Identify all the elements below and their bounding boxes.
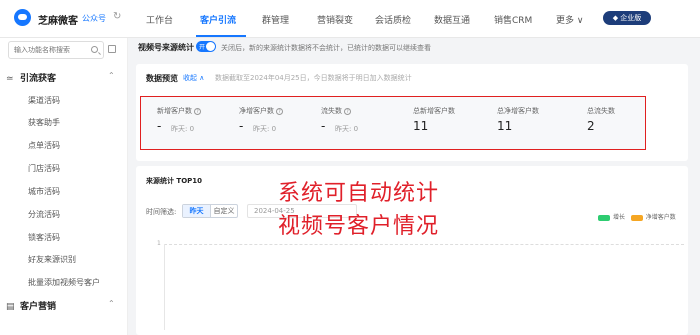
legend-swatch-growth (598, 214, 610, 221)
custom-range-button[interactable]: 自定义 (210, 205, 237, 217)
brand-tag[interactable]: 公众号 (82, 13, 106, 24)
top-navigation-bar: 芝麻微客 公众号 ↻ 工作台 客户引流 群管理 营销裂变 会话质检 数据互通 销… (0, 0, 700, 38)
stat-label: 新增客户数? (157, 106, 201, 116)
user-group-icon: ≃ (6, 74, 14, 84)
sidebar-item-acquisition-assistant[interactable]: 获客助手 (28, 117, 60, 128)
source-stats-title: 来源统计 TOP10 (146, 177, 203, 185)
overview-collapse-link[interactable]: 收起 ∧ (183, 73, 204, 83)
nav-workbench[interactable]: 工作台 (146, 13, 173, 26)
legend-label: 净增客户数 (645, 214, 676, 221)
stats-summary: 新增客户数? - 昨天: 0 净增客户数? - 昨天: 0 流失数? - 昨天:… (140, 96, 646, 150)
sidebar-item-store-code[interactable]: 门店活码 (28, 163, 60, 174)
nav-marketing-fission[interactable]: 营销裂变 (317, 13, 353, 26)
legend-label: 增长 (613, 214, 626, 221)
chart-legend: 增长 净增客户数 (598, 212, 676, 221)
overview-title: 数据预览 (146, 74, 178, 83)
chart-gridline (164, 244, 684, 245)
search-icon[interactable] (91, 46, 98, 53)
legend-swatch-net (630, 214, 643, 221)
statistics-toggle[interactable]: 开 (196, 41, 216, 52)
sidebar-search-input[interactable] (9, 42, 87, 58)
stat-label: 总新增客户数 (413, 107, 455, 115)
overview-note: 数据截取至2024年04月25日，今日数据将于明日加入数据统计 (215, 74, 412, 82)
sidebar-search[interactable] (8, 41, 104, 59)
nav-sales-crm[interactable]: 销售CRM (494, 13, 532, 26)
stat-value: 2 (587, 119, 595, 133)
annotation-line-1: 系统可自动统计 (278, 181, 440, 206)
stat-value: - (239, 119, 244, 133)
switch-account-icon[interactable]: ↻ (113, 11, 121, 22)
toggle-label: 开 (199, 44, 206, 51)
help-icon[interactable]: ? (194, 107, 201, 115)
chevron-up-icon[interactable]: ⌃ (108, 71, 115, 80)
stat-yesterday: 昨天: 0 (171, 125, 195, 133)
stat-value: 11 (497, 119, 513, 133)
sidebar-item-batch-add-video[interactable]: 批量添加视频号客户 (28, 277, 100, 288)
annotation-line-2: 视频号客户情况 (278, 214, 440, 239)
sidebar-item-city-code[interactable]: 城市活码 (28, 186, 60, 197)
sidebar-collapse-icon[interactable] (108, 45, 116, 53)
nav-data-sync[interactable]: 数据互通 (434, 13, 470, 26)
active-nav-indicator (196, 35, 246, 37)
brand-name: 芝麻微客 (38, 16, 78, 27)
sidebar-section-label: 引流获客 (20, 74, 57, 84)
stat-value: 11 (413, 119, 429, 133)
stat-yesterday: 昨天: 0 (253, 125, 277, 133)
stat-label: 总流失数 (587, 107, 615, 115)
stat-value: - (321, 119, 326, 133)
sidebar-item-diversion-code[interactable]: 分流活码 (28, 209, 60, 220)
sidebar-item-channel-code[interactable]: 渠道活码 (28, 95, 60, 106)
brand-logo-icon (14, 9, 31, 26)
sidebar-item-lock-code[interactable]: 锁客活码 (28, 232, 60, 243)
page-title: 视频号来源统计 (138, 43, 194, 52)
sidebar: ≃ 引流获客 ⌃ 渠道活码 获客助手 点单活码 门店活码 城市活码 分流活码 锁客… (0, 38, 128, 335)
chevron-up-icon[interactable]: ⌃ (108, 299, 115, 308)
overview-card: 数据预览 收起 ∧ 数据截取至2024年04月25日，今日数据将于明日加入数据统… (136, 64, 688, 161)
calendar-icon: ▤ (6, 302, 15, 312)
stat-label: 总净增客户数 (497, 107, 539, 115)
nav-more-dropdown[interactable]: 更多 ∨ (556, 13, 583, 26)
stat-label: 净增客户数? (239, 106, 283, 116)
chart-y-axis (164, 244, 165, 330)
stat-label: 流失数? (321, 106, 351, 116)
stat-value: - (157, 119, 162, 133)
help-icon[interactable]: ? (276, 107, 283, 115)
yesterday-button[interactable]: 昨天 (183, 205, 210, 217)
sidebar-item-order-code[interactable]: 点单活码 (28, 140, 60, 151)
time-filter-group: 昨天 自定义 (182, 204, 238, 218)
sidebar-section-marketing[interactable]: ▤ 客户营销 (6, 299, 56, 312)
axis-tick: 1 (157, 240, 161, 247)
nav-group-management[interactable]: 群管理 (262, 13, 289, 26)
sidebar-section-label: 客户营销 (20, 302, 57, 312)
nav-customer-acquisition[interactable]: 客户引流 (200, 13, 236, 26)
sidebar-item-friend-source[interactable]: 好友来源识别 (28, 254, 76, 265)
toggle-description: 关闭后，新的来源统计数据将不会统计，已统计的数据可以继续查看 (221, 44, 431, 52)
stat-yesterday: 昨天: 0 (335, 125, 359, 133)
enterprise-badge[interactable]: ◆ 企业版 (603, 11, 651, 25)
sidebar-section-acquisition[interactable]: ≃ 引流获客 (6, 71, 56, 84)
nav-session-inspection[interactable]: 会话质检 (375, 13, 411, 26)
time-filter-label: 时间筛选: (146, 208, 177, 216)
help-icon[interactable]: ? (344, 107, 351, 115)
enterprise-badge-label: 企业版 (620, 14, 642, 22)
